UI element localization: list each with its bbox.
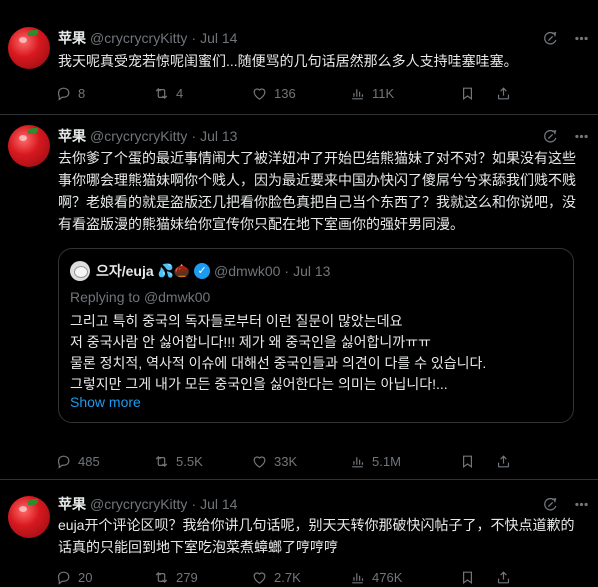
tweet-text: euja开个评论区呗？我给你讲几句话呢，别天天转你那破快闪帖子了，不快点道歉的话… — [58, 517, 575, 555]
views-button[interactable]: 476K — [349, 569, 447, 586]
like-count: 2.7K — [274, 569, 301, 585]
bookmark-icon — [459, 85, 476, 102]
separator: · — [191, 496, 197, 512]
avatar[interactable] — [8, 27, 50, 69]
quote-text: 그리고 특히 중국의 독자들로부터 이런 질문이 많았는데요 저 중국사람 안 … — [70, 311, 565, 395]
reply-button[interactable]: 8 — [55, 85, 153, 102]
author-name[interactable]: 苹果 — [58, 28, 86, 48]
reply-icon — [55, 453, 72, 470]
quote-line: 그렇지만 그게 내가 모든 중국인을 싫어한다는 의미는 아닙니다!... — [70, 376, 448, 392]
quote-timestamp[interactable]: Jul 13 — [293, 263, 330, 279]
replying-to: Replying to @dmwk00 — [70, 289, 210, 305]
share-icon — [495, 569, 512, 586]
more-icon[interactable] — [573, 128, 590, 145]
share-icon — [495, 453, 512, 470]
action-bar: 485 5.5K 33K 5.1M — [55, 451, 585, 471]
views-icon — [349, 453, 366, 470]
quote-author-handle[interactable]: @dmwk00 — [214, 263, 280, 279]
retweet-icon — [153, 85, 170, 102]
bookmark-button[interactable] — [459, 569, 487, 586]
verified-badge-icon: ✓ — [194, 263, 211, 279]
heart-icon — [251, 453, 268, 470]
reply-count: 20 — [78, 569, 93, 585]
grok-icon[interactable] — [542, 496, 559, 513]
reply-icon — [55, 85, 72, 102]
like-count: 136 — [274, 85, 296, 101]
action-bar: 8 4 136 11K — [55, 83, 585, 103]
share-button[interactable] — [495, 569, 515, 586]
views-icon — [349, 85, 366, 102]
heart-icon — [251, 85, 268, 102]
views-count: 476K — [372, 569, 403, 585]
retweet-button[interactable]: 279 — [153, 569, 251, 586]
author-handle[interactable]: @crycrycryKitty — [90, 30, 187, 46]
like-button[interactable]: 2.7K — [251, 569, 349, 586]
author-handle[interactable]: @crycrycryKitty — [90, 128, 187, 144]
tweet-text: 我天呢真受宠若惊呢闺蜜们...随便骂的几句话居然那么多人支持哇塞哇塞。 — [58, 53, 518, 69]
views-button[interactable]: 5.1M — [349, 453, 447, 470]
reply-button[interactable]: 485 — [55, 453, 153, 470]
action-bar: 20 279 2.7K 476K — [55, 567, 585, 587]
timestamp[interactable]: Jul 13 — [200, 128, 237, 144]
timestamp[interactable]: Jul 14 — [200, 30, 237, 46]
views-icon — [349, 569, 366, 586]
retweet-count: 279 — [176, 569, 198, 585]
more-icon[interactable] — [573, 496, 590, 513]
separator: · — [191, 128, 197, 144]
share-button[interactable] — [495, 453, 515, 470]
tweet[interactable]: 苹果 @crycrycryKitty · Jul 14 我天呢真受宠若惊呢闺蜜们… — [0, 0, 598, 115]
bookmark-button[interactable] — [459, 85, 487, 102]
like-count: 33K — [274, 453, 298, 469]
retweet-button[interactable]: 4 — [153, 85, 251, 102]
separator: · — [191, 30, 197, 46]
reply-count: 8 — [78, 85, 86, 101]
quoted-tweet[interactable]: 으자/euja 💦🌰 ✓ @dmwk00 · Jul 13 Replying t… — [58, 248, 574, 423]
heart-icon — [251, 569, 268, 586]
reply-count: 485 — [78, 453, 100, 469]
avatar[interactable] — [8, 125, 50, 167]
views-button[interactable]: 11K — [349, 85, 447, 102]
show-more-link[interactable]: Show more — [70, 394, 141, 410]
tweet[interactable]: 苹果 @crycrycryKitty · Jul 14 euja开个评论区呗？我… — [0, 480, 598, 587]
quote-avatar[interactable] — [70, 261, 90, 281]
like-button[interactable]: 136 — [251, 85, 349, 102]
quote-line: 물론 정치적, 역사적 이슈에 대해선 중국인들과 의견이 다를 수 있습니다. — [70, 355, 487, 371]
avatar[interactable] — [8, 496, 50, 538]
replying-to-handle[interactable]: @dmwk00 — [144, 289, 210, 305]
grok-icon[interactable] — [542, 30, 559, 47]
more-icon[interactable] — [573, 30, 590, 47]
retweet-button[interactable]: 5.5K — [153, 453, 251, 470]
replying-to-label: Replying to — [70, 289, 141, 305]
retweet-icon — [153, 453, 170, 470]
share-icon — [495, 85, 512, 102]
grok-icon[interactable] — [542, 128, 559, 145]
share-button[interactable] — [495, 85, 515, 102]
views-count: 5.1M — [372, 453, 401, 469]
timestamp[interactable]: Jul 14 — [200, 496, 237, 512]
bookmark-icon — [459, 453, 476, 470]
like-button[interactable]: 33K — [251, 453, 349, 470]
views-count: 11K — [372, 85, 395, 101]
quote-line: 저 중국사람 안 싫어합니다!!! 제가 왜 중국인을 싫어합니까ㅠㅠ — [70, 334, 431, 350]
retweet-count: 4 — [176, 85, 184, 101]
reply-icon — [55, 569, 72, 586]
quote-line: 그리고 특히 중국의 독자들로부터 이런 질문이 많았는데요 — [70, 313, 403, 329]
tweet[interactable]: 苹果 @crycrycryKitty · Jul 13 去你爹了个蛋的最近事情闹… — [0, 115, 598, 480]
retweet-icon — [153, 569, 170, 586]
separator: · — [284, 263, 290, 279]
reply-button[interactable]: 20 — [55, 569, 153, 586]
bookmark-button[interactable] — [459, 453, 487, 470]
bookmark-icon — [459, 569, 476, 586]
quote-author-name[interactable]: 으자/euja — [96, 261, 154, 281]
author-name[interactable]: 苹果 — [58, 494, 86, 514]
quote-author-emoji: 💦🌰 — [157, 263, 191, 278]
author-name[interactable]: 苹果 — [58, 126, 86, 146]
retweet-count: 5.5K — [176, 453, 203, 469]
tweet-text: 去你爹了个蛋的最近事情闹大了被洋妞冲了开始巴结熊猫妹了对不对？如果没有这些事你哪… — [58, 150, 576, 232]
author-handle[interactable]: @crycrycryKitty — [90, 496, 187, 512]
